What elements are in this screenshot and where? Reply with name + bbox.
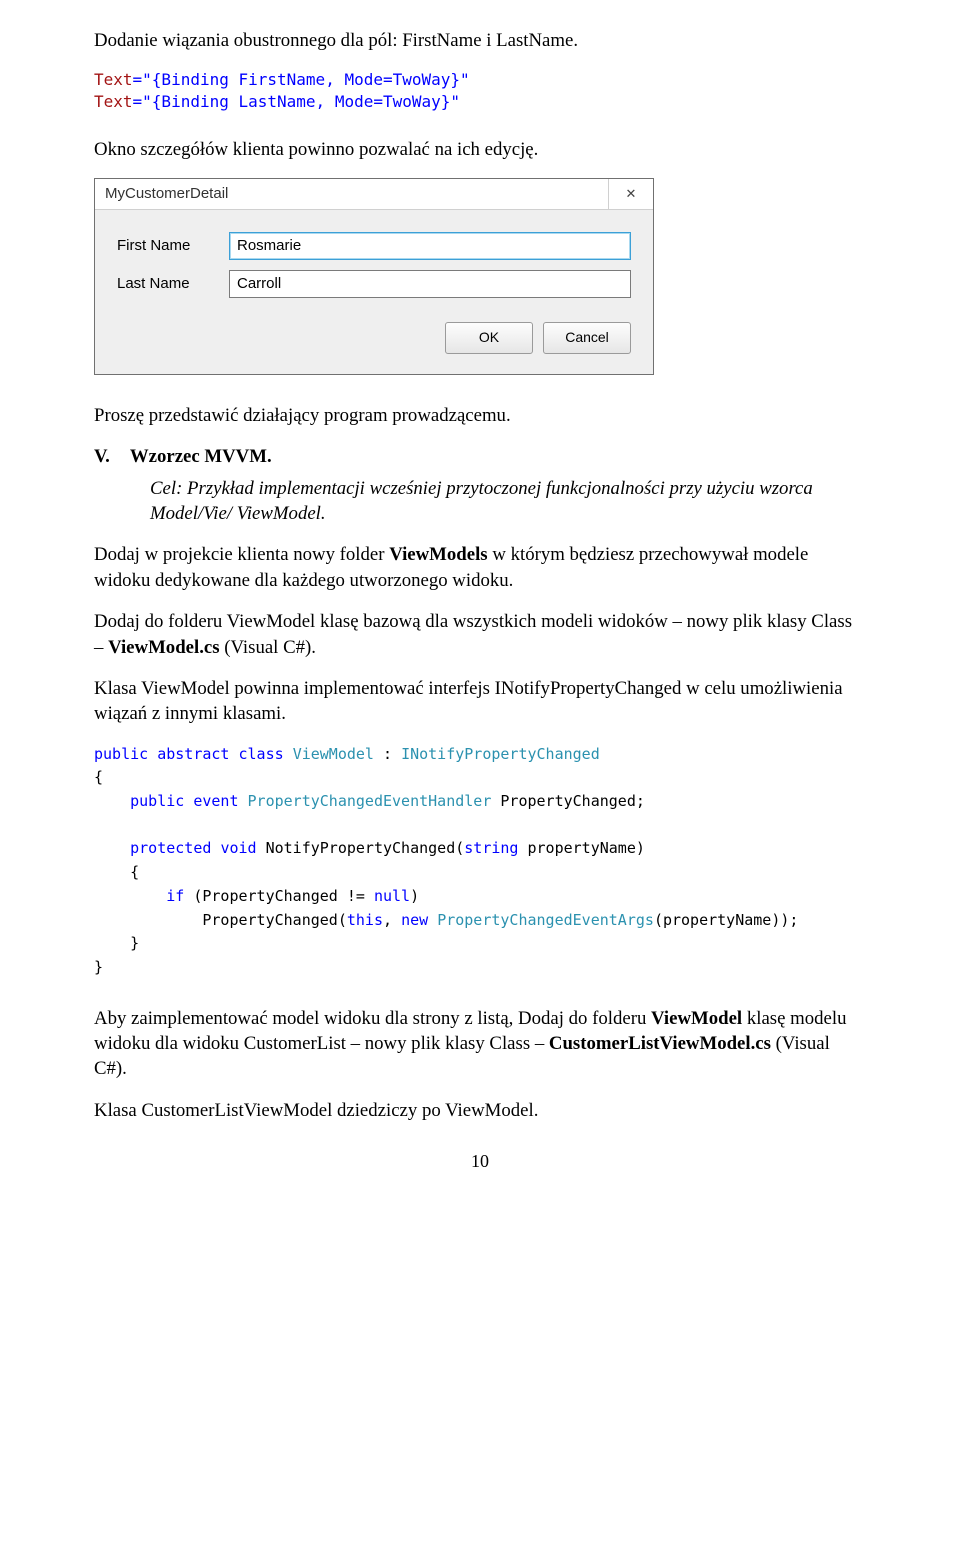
section-title: Wzorzec MVVM. (130, 446, 272, 467)
code-viewmodel-class: public abstract class ViewModel : INotif… (94, 743, 866, 980)
code-binding-attrs: Text="{Binding FirstName, Mode=TwoWay}" … (94, 69, 866, 112)
close-icon[interactable]: ✕ (608, 179, 653, 209)
para-add-folder: Dodaj w projekcie klienta nowy folder Vi… (94, 542, 866, 593)
para-edit-allowed: Okno szczegółów klienta powinno pozwalać… (94, 137, 866, 162)
dialog-titlebar: MyCustomerDetail ✕ (95, 179, 653, 210)
page-number: 10 (94, 1149, 866, 1173)
first-name-input[interactable] (229, 232, 631, 260)
last-name-input[interactable] (229, 270, 631, 298)
heading-binding: Dodanie wiązania obustronnego dla pól: F… (94, 28, 866, 53)
para-add-listvm: Aby zaimplementować model widoku dla str… (94, 1006, 866, 1082)
para-present-program: Proszę przedstawić działający program pr… (94, 403, 866, 428)
section-number: V. (94, 446, 110, 467)
last-name-label: Last Name (117, 274, 229, 294)
customer-detail-dialog: MyCustomerDetail ✕ First Name Last Name … (94, 178, 654, 375)
para-inotify: Klasa ViewModel powinna implementować in… (94, 676, 866, 727)
section-heading: V. Wzorzec MVVM. (94, 444, 866, 469)
cancel-button[interactable]: Cancel (543, 322, 631, 354)
dialog-title: MyCustomerDetail (95, 184, 608, 204)
ok-button[interactable]: OK (445, 322, 533, 354)
section-purpose: Cel: Przykład implementacji wcześniej pr… (150, 476, 866, 527)
para-add-class: Dodaj do folderu ViewModel klasę bazową … (94, 609, 866, 660)
para-inherits: Klasa CustomerListViewModel dziedziczy p… (94, 1098, 866, 1123)
first-name-label: First Name (117, 236, 229, 256)
